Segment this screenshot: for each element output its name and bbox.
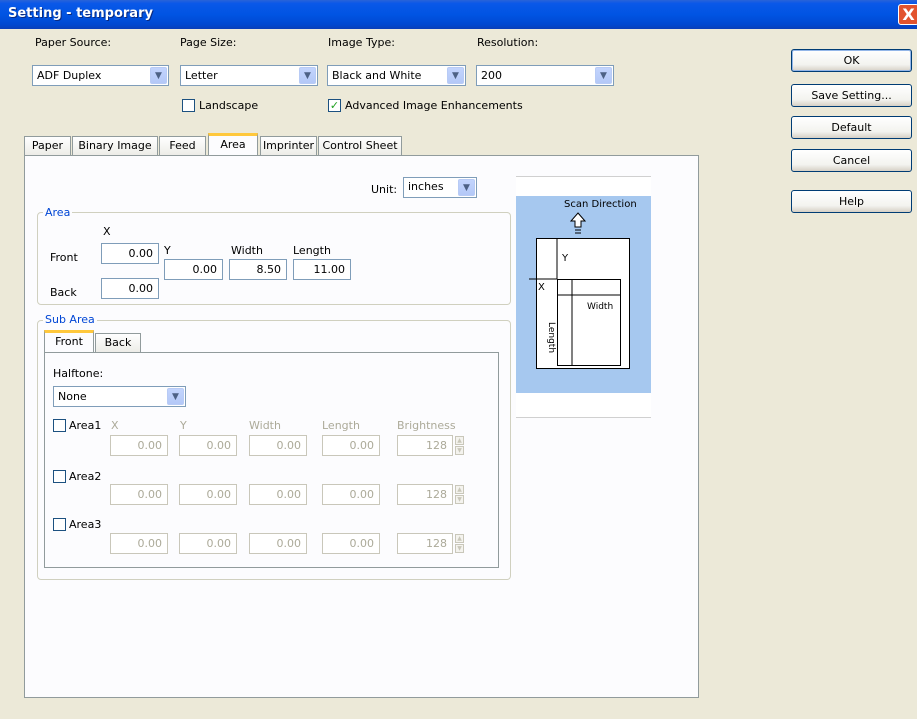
paper-source-label: Paper Source:	[35, 36, 112, 49]
area3-y-input[interactable]: 0.00	[179, 533, 237, 554]
page-size-label: Page Size:	[180, 36, 237, 49]
area1-y-input[interactable]: 0.00	[179, 435, 237, 456]
default-button[interactable]: Default	[791, 116, 912, 139]
image-type-value: Black and White	[332, 69, 422, 82]
col-x-label: X	[111, 419, 119, 432]
area-width-input[interactable]: 8.50	[229, 259, 287, 280]
col-length-label: Length	[322, 419, 360, 432]
preview-y-label: Y	[562, 253, 569, 264]
resolution-select[interactable]: 200 ▼	[476, 65, 614, 86]
image-type-label: Image Type:	[328, 36, 395, 49]
tab-feed[interactable]: Feed	[159, 136, 206, 156]
image-type-select[interactable]: Black and White ▼	[327, 65, 466, 86]
area3-width-input[interactable]: 0.00	[249, 533, 307, 554]
area-y-input[interactable]: 0.00	[164, 259, 223, 280]
area3-length-input[interactable]: 0.00	[322, 533, 380, 554]
resolution-value: 200	[481, 69, 502, 82]
area2-y-input[interactable]: 0.00	[179, 484, 237, 505]
area1-x-input[interactable]: 0.00	[110, 435, 168, 456]
area-length-input[interactable]: 11.00	[293, 259, 351, 280]
halftone-label: Halftone:	[53, 367, 104, 380]
advanced-enhancements-label: Advanced Image Enhancements	[345, 99, 523, 112]
area1-width-input[interactable]: 0.00	[249, 435, 307, 456]
chevron-down-icon[interactable]: ▼	[595, 67, 612, 84]
chevron-down-icon[interactable]: ▼	[458, 179, 475, 196]
subarea-tab-back[interactable]: Back	[95, 333, 141, 353]
save-setting-button[interactable]: Save Setting...	[791, 84, 912, 107]
area-length-label: Length	[293, 244, 331, 257]
area3-brightness-input[interactable]: 128	[397, 533, 453, 554]
landscape-label: Landscape	[199, 99, 259, 112]
area-x-label: X	[103, 225, 111, 238]
tab-imprinter[interactable]: Imprinter	[260, 136, 317, 156]
title-bar: Setting - temporary X	[0, 0, 917, 29]
area3-label: Area3	[69, 518, 102, 531]
paper-source-value: ADF Duplex	[37, 69, 102, 82]
tab-area[interactable]: Area	[208, 133, 258, 156]
area-group-title: Area	[43, 206, 73, 219]
col-width-label: Width	[249, 419, 281, 432]
preview-x-label: X	[538, 282, 545, 293]
area1-checkbox[interactable]	[53, 419, 66, 432]
subarea-group-title: Sub Area	[43, 313, 97, 326]
area2-brightness-spinner[interactable]: ▲ ▼	[455, 485, 464, 504]
tab-paper[interactable]: Paper	[24, 136, 71, 156]
unit-value: inches	[408, 180, 444, 193]
area1-length-input[interactable]: 0.00	[322, 435, 380, 456]
unit-select[interactable]: inches ▼	[403, 177, 477, 198]
col-y-label: Y	[180, 419, 187, 432]
subarea-tab-front[interactable]: Front	[44, 330, 94, 353]
page-size-value: Letter	[185, 69, 218, 82]
area3-brightness-spinner[interactable]: ▲ ▼	[455, 534, 464, 553]
area-width-label: Width	[231, 244, 263, 257]
area2-brightness-input[interactable]: 128	[397, 484, 453, 505]
area1-brightness-spinner[interactable]: ▲ ▼	[455, 436, 464, 455]
area2-length-input[interactable]: 0.00	[322, 484, 380, 505]
chevron-down-icon[interactable]: ▼	[150, 67, 167, 84]
help-button[interactable]: Help	[791, 190, 912, 213]
tab-binary-image[interactable]: Binary Image	[72, 136, 158, 156]
col-brightness-label: Brightness	[397, 419, 456, 432]
area1-brightness-input[interactable]: 128	[397, 435, 453, 456]
close-button[interactable]: X	[898, 4, 917, 25]
area2-x-input[interactable]: 0.00	[110, 484, 168, 505]
front-x-input[interactable]: 0.00	[101, 243, 159, 264]
cancel-button[interactable]: Cancel	[791, 149, 912, 172]
chevron-down-icon[interactable]: ▼	[299, 67, 316, 84]
main-tabs: Paper Binary Image Feed Area Imprinter C…	[24, 133, 704, 156]
tab-control-sheet[interactable]: Control Sheet	[318, 136, 402, 156]
area2-width-input[interactable]: 0.00	[249, 484, 307, 505]
area-front-label: Front	[50, 251, 78, 264]
dimension-lines	[529, 239, 621, 366]
area-y-label: Y	[164, 244, 171, 257]
area2-label: Area2	[69, 470, 102, 483]
resolution-label: Resolution:	[477, 36, 539, 49]
area3-checkbox[interactable]	[53, 518, 66, 531]
scan-preview: Scan Direction Y X Width Length	[516, 176, 651, 418]
back-x-input[interactable]: 0.00	[101, 278, 159, 299]
page-size-select[interactable]: Letter ▼	[180, 65, 318, 86]
halftone-value: None	[58, 390, 87, 403]
advanced-enhancements-checkbox[interactable]: ✓	[328, 99, 341, 112]
area2-checkbox[interactable]	[53, 470, 66, 483]
paper-source-select[interactable]: ADF Duplex ▼	[32, 65, 169, 86]
window-title: Setting - temporary	[8, 6, 153, 21]
area3-x-input[interactable]: 0.00	[110, 533, 168, 554]
landscape-checkbox[interactable]	[182, 99, 195, 112]
preview-width-label: Width	[587, 302, 614, 312]
area-back-label: Back	[50, 286, 77, 299]
preview-length-label: Length	[546, 322, 556, 354]
halftone-select[interactable]: None ▼	[53, 386, 186, 407]
unit-label: Unit:	[371, 183, 398, 196]
chevron-down-icon[interactable]: ▼	[167, 388, 184, 405]
ok-button[interactable]: OK	[791, 49, 912, 72]
chevron-down-icon[interactable]: ▼	[447, 67, 464, 84]
subarea-tabs: Front Back	[44, 330, 144, 353]
area1-label: Area1	[69, 419, 102, 432]
